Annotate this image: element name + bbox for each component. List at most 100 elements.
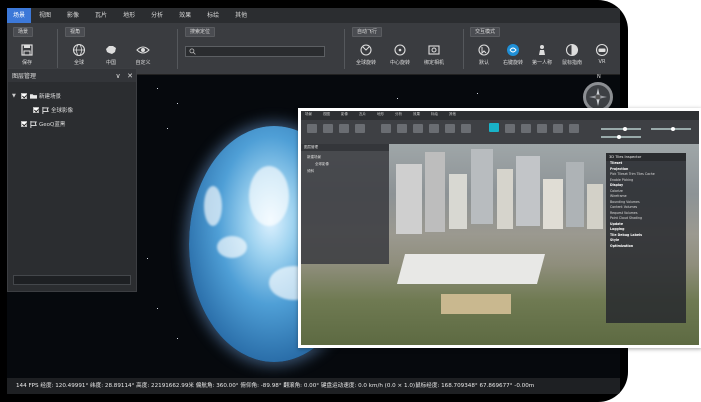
- inset-slider[interactable]: [601, 136, 641, 138]
- close-icon[interactable]: ✕: [124, 72, 136, 80]
- inset-menu-item[interactable]: 其他: [449, 112, 456, 117]
- inset-tool-button[interactable]: [413, 124, 423, 133]
- bind-camera-label: 绑定相机: [423, 60, 444, 66]
- search-icon: [189, 48, 196, 55]
- layer-flag-icon: [42, 106, 49, 114]
- group-search: 搜索定位: [185, 27, 335, 71]
- building-shape: [471, 149, 493, 224]
- mode-first-person-button[interactable]: 第一人称: [528, 43, 556, 71]
- inset-menu-item[interactable]: 场景: [305, 112, 312, 117]
- ribbon-divider: [57, 29, 58, 69]
- view-globe-button[interactable]: 全球: [65, 43, 93, 71]
- mode-first-person-label: 第一人称: [531, 60, 552, 66]
- inset-tool-button[interactable]: [355, 124, 365, 133]
- star-dot: [167, 128, 168, 129]
- expand-caret-icon[interactable]: ▼: [12, 93, 18, 99]
- mouse-guide-button[interactable]: 鼠标指南: [558, 43, 586, 71]
- mode-default-label: 默认: [478, 60, 489, 66]
- inset-tree-node[interactable]: 倾斜: [307, 169, 314, 174]
- inset-slider[interactable]: [601, 128, 641, 130]
- inset-menu-item[interactable]: 效果: [413, 112, 420, 117]
- inset-tool-button[interactable]: [569, 124, 579, 133]
- layer-checkbox[interactable]: [21, 93, 27, 99]
- globe-rotate-button[interactable]: 全球旋转: [352, 43, 380, 71]
- bind-camera-button[interactable]: 绑定相机: [420, 43, 448, 71]
- inset-menu-item[interactable]: 视图: [323, 112, 330, 117]
- status-bar: 144 FPS 经度: 120.49991° 纬度: 28.89114° 高度:…: [7, 378, 620, 394]
- inset-tool-button[interactable]: [339, 124, 349, 133]
- inset-tool-button[interactable]: [461, 124, 471, 133]
- menu-analysis[interactable]: 分析: [143, 8, 171, 23]
- inset-layer-panel-title: 图层管理: [301, 144, 389, 151]
- menu-tiles[interactable]: 瓦片: [87, 8, 115, 23]
- inset-menu-item[interactable]: 分析: [395, 112, 402, 117]
- group-scene-title: 场景: [13, 27, 34, 37]
- panel-footer-bar: [13, 275, 131, 285]
- ribbon-divider: [177, 29, 178, 69]
- inset-tool-button[interactable]: [429, 124, 439, 133]
- inset-tool-button[interactable]: [521, 124, 531, 133]
- menu-scene[interactable]: 场景: [7, 8, 32, 23]
- inset-menu-item[interactable]: 瓦片: [359, 112, 366, 117]
- inset-menu-item[interactable]: 影像: [341, 112, 348, 117]
- menu-terrain[interactable]: 地形: [115, 8, 143, 23]
- center-rotate-button[interactable]: 中心旋转: [386, 43, 414, 71]
- inset-tool-button[interactable]: [553, 124, 563, 133]
- inset-menu-bar: 场景 视图 影像 瓦片 地形 分析 效果 标绘 其他: [301, 111, 699, 120]
- inset-tool-button-active[interactable]: [489, 123, 499, 132]
- menu-imagery[interactable]: 影像: [59, 8, 87, 23]
- inset-slider-knob[interactable]: [671, 127, 675, 131]
- inset-slider-knob[interactable]: [617, 135, 621, 139]
- menu-other[interactable]: 其他: [227, 8, 255, 23]
- menu-view[interactable]: 视图: [31, 8, 59, 23]
- star-dot: [177, 103, 178, 104]
- inset-slider-knob[interactable]: [623, 127, 627, 131]
- menu-effects[interactable]: 效果: [171, 8, 199, 23]
- tree-node-label: 新建场景: [39, 94, 62, 100]
- save-button[interactable]: 保存: [13, 43, 41, 71]
- search-input[interactable]: [185, 46, 325, 57]
- inset-screenshot: 场景 视图 影像 瓦片 地形 分析 效果 标绘 其他 图层管理 新建场景 全球影…: [298, 108, 701, 348]
- tiles-inspector-section[interactable]: Optimization: [606, 244, 686, 250]
- inset-tool-button[interactable]: [381, 124, 391, 133]
- group-interaction: 交互模式 默认 右键旋转 第一人称 鼠标指南 VR: [470, 27, 618, 71]
- view-china-button[interactable]: 中国: [97, 43, 125, 71]
- inset-tool-button[interactable]: [307, 124, 317, 133]
- star-dot: [477, 93, 478, 94]
- inset-app-window: 场景 视图 影像 瓦片 地形 分析 效果 标绘 其他 图层管理 新建场景 全球影…: [301, 111, 699, 345]
- camera-bind-icon: [428, 45, 440, 55]
- star-dot: [147, 258, 148, 259]
- cloud-shape: [217, 236, 247, 258]
- tree-node-label: GeoQ蓝黑: [39, 122, 66, 128]
- layer-checkbox[interactable]: [33, 107, 39, 113]
- inset-tool-button[interactable]: [537, 124, 547, 133]
- mode-right-rotate-button[interactable]: 右键旋转: [499, 43, 527, 71]
- group-scene: 场景 保存: [13, 27, 49, 71]
- center-rotate-label: 中心旋转: [389, 60, 410, 66]
- inset-tool-button[interactable]: [397, 124, 407, 133]
- inset-tool-button[interactable]: [445, 124, 455, 133]
- building-shape: [543, 179, 563, 229]
- collapse-icon[interactable]: ∨: [112, 72, 124, 80]
- inset-tree-node[interactable]: 新建场景: [307, 155, 321, 160]
- mode-default-button[interactable]: 默认: [470, 43, 498, 71]
- first-person-icon: [539, 45, 545, 55]
- plaza-shape: [441, 294, 511, 314]
- center-rotate-icon: [394, 44, 406, 56]
- tree-node-global-imagery[interactable]: 全球影像: [30, 105, 73, 115]
- layer-checkbox[interactable]: [21, 121, 27, 127]
- menu-plotting[interactable]: 标绘: [199, 8, 227, 23]
- group-view: 视角 全球 中国 自定义: [65, 27, 165, 71]
- rotate-globe-icon: [360, 44, 372, 56]
- tree-node-new-scene[interactable]: ▼ 新建场景: [12, 91, 61, 101]
- inset-tool-button[interactable]: [505, 124, 515, 133]
- tree-node-geoq[interactable]: GeoQ蓝黑: [18, 119, 65, 129]
- inset-menu-item[interactable]: 标绘: [431, 112, 438, 117]
- inset-tree-node[interactable]: 全球影像: [315, 162, 329, 167]
- vr-button[interactable]: VR: [588, 43, 616, 71]
- inset-layer-panel: 图层管理 新建场景 全球影像 倾斜: [301, 144, 389, 264]
- star-dot: [397, 98, 398, 99]
- inset-tool-button[interactable]: [323, 124, 333, 133]
- inset-menu-item[interactable]: 地形: [377, 112, 384, 117]
- view-custom-button[interactable]: 自定义: [129, 43, 157, 71]
